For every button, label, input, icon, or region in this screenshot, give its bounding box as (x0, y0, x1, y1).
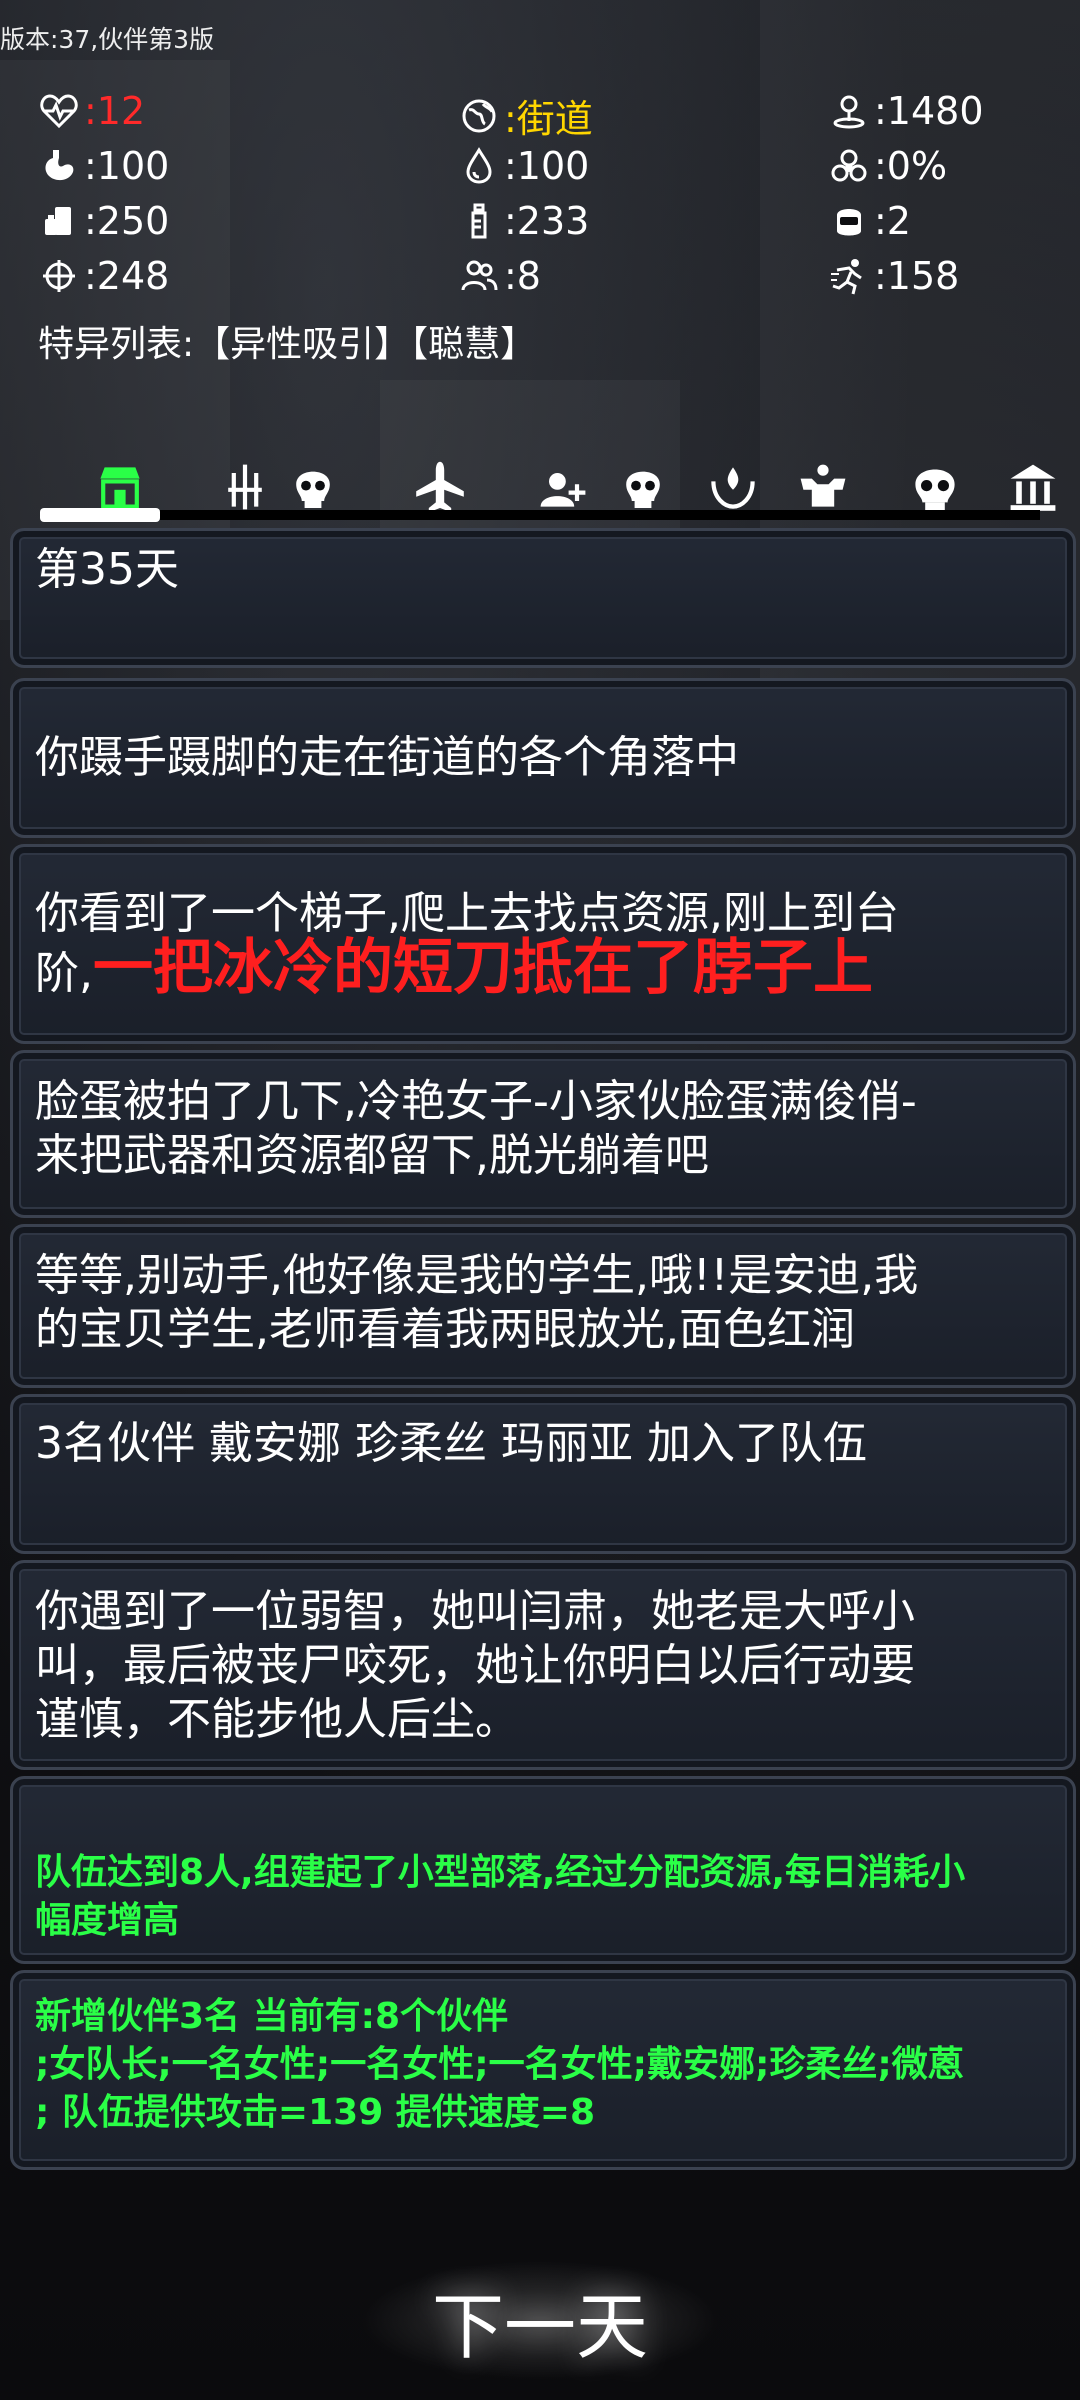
version-label: 版本:37,伙伴第3版 (0, 25, 215, 54)
helmet-icon (826, 198, 872, 244)
log-entry: 你蹑手蹑脚的走在街道的各个角落中 (10, 678, 1076, 838)
skull-icon (626, 471, 660, 508)
stomach-icon (36, 143, 82, 189)
log-entry: 第35天 (10, 528, 1076, 668)
log-entry: 等等,别动手,他好像是我的学生,哦!!是安迪,我 的宝贝学生,老师看着我两眼放光… (10, 1224, 1076, 1388)
crosshair-icon (36, 253, 82, 299)
log-text: 新增伙伴3名 当前有:8个伙伴 ;女队长;一名女性;一名女性;一名女性;戴安娜;… (35, 1996, 964, 2133)
add-person-icon (540, 473, 586, 507)
tab-divider (160, 510, 1040, 520)
stat-location: :街道 (456, 88, 593, 143)
map-pin-icon (826, 88, 872, 134)
stat-speed: :158 (826, 253, 959, 299)
running-icon (826, 253, 872, 299)
log-entry: 你遇到了一位弱智，她叫闫肃，她老是大呼小 叫，最后被丧尸咬死，她让你明白以后行动… (10, 1560, 1076, 1770)
people-icon (456, 253, 502, 299)
stats-panel: :12 :街道 :1480 :100 :100:0%:250:233:2… (36, 88, 1046, 308)
log-text: 脸蛋被拍了几下,冷艳女子-小家伙脸蛋满俊俏- 来把武器和资源都留下,脱光躺着吧 (35, 1076, 917, 1181)
heart-pulse-icon (36, 88, 82, 134)
stat-food: :250 (36, 198, 169, 244)
skull-icon (296, 471, 330, 508)
stat-hunger: :100 (36, 143, 169, 189)
tab-active-indicator (40, 508, 160, 522)
log-entry: 队伍达到8人,组建起了小型部落,经过分配资源,每日消耗小 幅度增高 (10, 1776, 1076, 1964)
log-text: 你遇到了一位弱智，她叫闫肃，她老是大呼小 叫，最后被丧尸咬死，她让你明白以后行动… (35, 1586, 915, 1745)
log-entry: 3名伙伴 戴安娜 珍柔丝 玛丽亚 加入了队伍 (10, 1394, 1076, 1554)
stat-infection: :0% (826, 143, 947, 189)
stat-distance: :1480 (826, 88, 984, 134)
log-entry: 新增伙伴3名 当前有:8个伙伴 ;女队长;一名女性;一名女性;一名女性;戴安娜;… (10, 1970, 1076, 2170)
log-text: 3名伙伴 戴安娜 珍柔丝 玛丽亚 加入了队伍 (35, 1418, 867, 1469)
biohazard-icon (826, 143, 872, 189)
day-counter: 第35天 (35, 544, 179, 595)
stat-water: :100 (456, 143, 589, 189)
weapons-icon (228, 464, 262, 510)
stat-drink: :233 (456, 198, 589, 244)
log-text: 你看到了一个梯子,爬上去找点资源,刚上到台 阶,一把冰冷的短刀抵在了脖子上 (35, 888, 899, 1003)
stat-attack: :248 (36, 253, 169, 299)
bottle-icon (456, 198, 502, 244)
special-traits: 特异列表:【异性吸引】【聪慧】 (38, 324, 537, 365)
shop-icon (100, 467, 140, 509)
next-day-button[interactable]: 下一天 (340, 2255, 740, 2385)
skull-icon (915, 469, 955, 511)
airplane-icon (416, 461, 464, 513)
stat-companions: :8 (456, 253, 541, 299)
bank-icon (1010, 464, 1056, 511)
water-drop-icon (456, 143, 502, 189)
campfire-icon (711, 467, 755, 509)
stat-health: :12 (36, 88, 145, 134)
stat-armor: :2 (826, 198, 911, 244)
log-entry: 脸蛋被拍了几下,冷艳女子-小家伙脸蛋满俊俏- 来把武器和资源都留下,脱光躺着吧 (10, 1050, 1076, 1218)
muscle-icon (800, 464, 846, 507)
log-text: 你蹑手蹑脚的走在街道的各个角落中 (35, 732, 739, 783)
log-entry: 你看到了一个梯子,爬上去找点资源,刚上到台 阶,一把冰冷的短刀抵在了脖子上 (10, 844, 1076, 1044)
food-can-icon (36, 198, 82, 244)
log-text: 队伍达到8人,组建起了小型部落,经过分配资源,每日消耗小 幅度增高 (35, 1852, 966, 1941)
globe-icon (456, 93, 502, 139)
danger-text: 一把冰冷的短刀抵在了脖子上 (93, 933, 873, 1003)
log-text: 等等,别动手,他好像是我的学生,哦!!是安迪,我 的宝贝学生,老师看着我两眼放光… (35, 1250, 919, 1355)
